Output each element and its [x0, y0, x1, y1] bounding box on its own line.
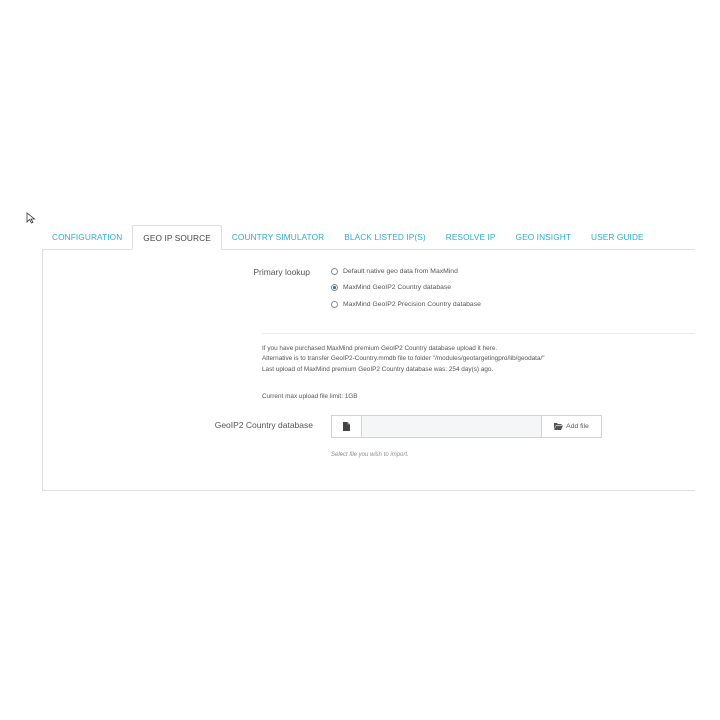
folder-open-icon — [554, 423, 564, 430]
tab-geo-ip-source[interactable]: GEO IP SOURCE — [132, 225, 222, 250]
tab-country-simulator[interactable]: COUNTRY SIMULATOR — [222, 225, 334, 249]
info-text-line2: Alternative is to transfer GeoIP2-Countr… — [262, 355, 545, 362]
radio-option-geoip2-country[interactable]: MaxMind GeoIP2 Country database — [331, 284, 451, 291]
add-file-button[interactable]: Add file — [541, 416, 601, 437]
info-text-line1: If you have purchased MaxMind premium Ge… — [262, 345, 498, 352]
radio-option-default[interactable]: Default native geo data from MaxMind — [331, 268, 458, 275]
radio-label: Default native geo data from MaxMind — [343, 268, 458, 275]
add-file-label: Add file — [566, 423, 589, 430]
radio-label: MaxMind GeoIP2 Country database — [343, 284, 452, 291]
file-upload-group: Add file — [331, 415, 602, 438]
radio-option-geoip2-precision[interactable]: MaxMind GeoIP2 Precision Country databas… — [331, 301, 481, 308]
radio-button[interactable] — [331, 268, 338, 275]
radio-button[interactable] — [331, 301, 338, 308]
upload-field-label: GeoIP2 Country database — [214, 420, 313, 430]
upload-help-text: Select file you wish to import. — [331, 452, 409, 458]
file-icon — [332, 416, 362, 437]
tab-resolve-ip[interactable]: RESOLVE IP — [436, 225, 506, 249]
tab-geo-insight[interactable]: GEO INSIGHT — [506, 225, 582, 249]
primary-lookup-label: Primary lookup — [253, 267, 310, 277]
tab-black-listed-ips[interactable]: BLACK LISTED IP(S) — [334, 225, 436, 249]
tab-user-guide[interactable]: USER GUIDE — [581, 225, 654, 249]
info-text-line3: Last upload of MaxMind premium GeoIP2 Co… — [262, 366, 494, 373]
file-name-input[interactable] — [362, 416, 541, 437]
cursor-icon — [26, 212, 36, 224]
radio-button-selected[interactable] — [331, 284, 338, 291]
tab-configuration[interactable]: CONFIGURATION — [42, 225, 132, 249]
radio-label: MaxMind GeoIP2 Precision Country databas… — [343, 301, 481, 308]
divider — [262, 333, 695, 334]
tab-bar: CONFIGURATION GEO IP SOURCE COUNTRY SIMU… — [42, 225, 695, 250]
upload-limit-text: Current max upload file limit: 1GB — [262, 393, 358, 400]
